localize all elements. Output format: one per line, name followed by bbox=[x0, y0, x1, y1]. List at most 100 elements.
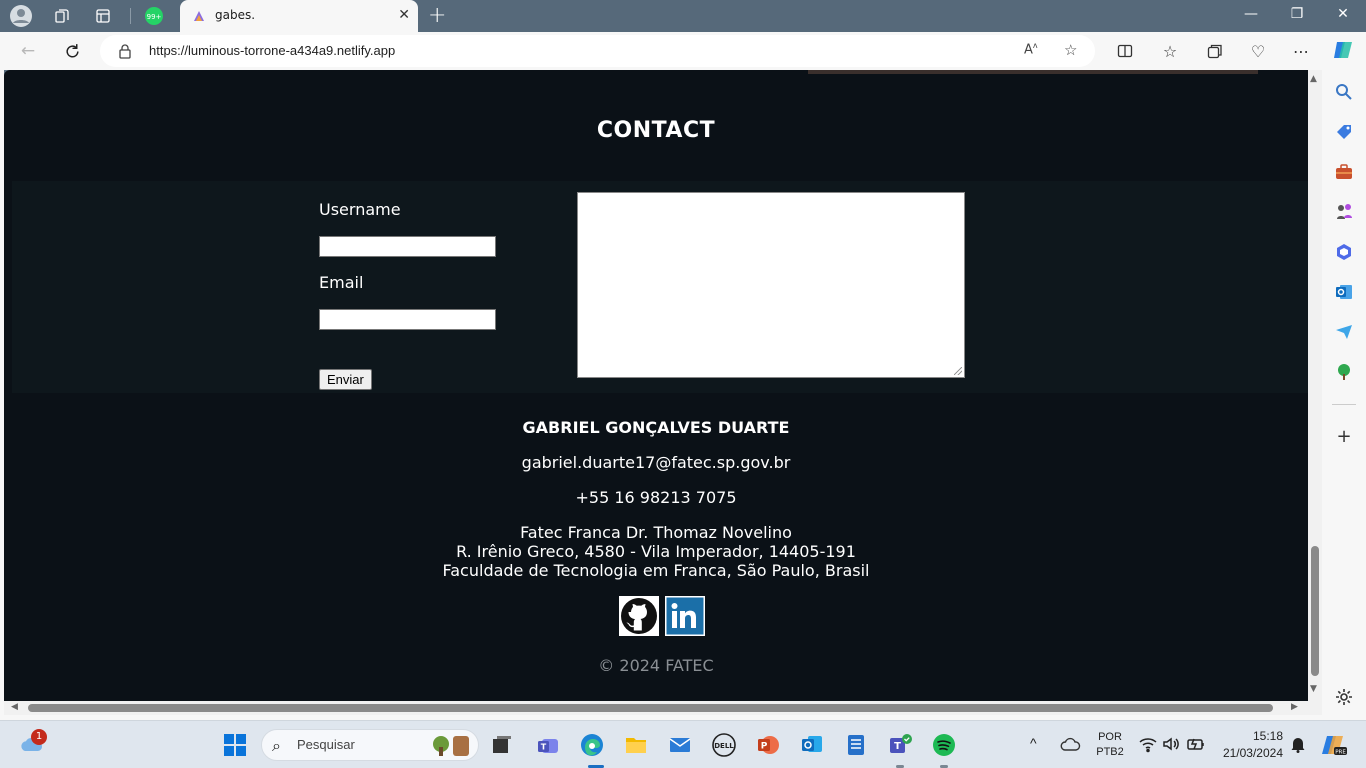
close-tab-icon[interactable]: ✕ bbox=[398, 7, 410, 23]
horizontal-scroll-thumb[interactable] bbox=[28, 704, 1273, 712]
notification-bell-icon[interactable] bbox=[1288, 734, 1308, 754]
scroll-left-arrow-icon[interactable]: ◀ bbox=[11, 702, 18, 712]
svg-text:DELL: DELL bbox=[714, 742, 734, 750]
edge-browser-icon[interactable] bbox=[580, 733, 604, 757]
sidebar-shopping-icon[interactable] bbox=[1334, 122, 1354, 142]
scroll-down-arrow-icon[interactable]: ▼ bbox=[1310, 684, 1317, 694]
browser-essentials-icon[interactable]: ♡ bbox=[1247, 40, 1269, 62]
sidebar-search-icon[interactable] bbox=[1334, 82, 1354, 102]
message-textarea[interactable] bbox=[577, 192, 965, 378]
teams-icon[interactable]: T bbox=[536, 733, 560, 757]
sidebar-microsoft365-icon[interactable] bbox=[1334, 242, 1354, 262]
scrollbar-corner bbox=[1308, 701, 1322, 715]
favorite-star-icon[interactable]: ☆ bbox=[1064, 41, 1077, 59]
hero-image-edge bbox=[808, 70, 1258, 74]
new-tab-button[interactable]: + bbox=[428, 3, 446, 28]
whatsapp-badge: 99+ bbox=[147, 13, 162, 21]
scroll-right-arrow-icon[interactable]: ▶ bbox=[1291, 702, 1298, 712]
vertical-scroll-thumb[interactable] bbox=[1311, 546, 1319, 676]
email-label: Email bbox=[319, 273, 364, 292]
page-viewport: CONTACT Username Email Enviar GABRIEL GO… bbox=[4, 70, 1308, 701]
windows-taskbar: 1 ⌕ Pesquisar T DELL P T ^ POR PTB2 15:1… bbox=[0, 720, 1366, 768]
whatsapp-tab-icon[interactable]: 99+ bbox=[143, 5, 165, 27]
svg-text:T: T bbox=[894, 741, 901, 752]
footer-email: gabriel.duarte17@fatec.sp.gov.br bbox=[521, 453, 791, 472]
scroll-up-arrow-icon[interactable]: ▲ bbox=[1310, 74, 1317, 84]
title-separator bbox=[130, 8, 131, 24]
start-button-icon[interactable] bbox=[223, 733, 247, 757]
tab-gabes[interactable]: gabes. ✕ bbox=[180, 0, 418, 32]
tab-actions-icon[interactable] bbox=[92, 5, 114, 27]
keyboard-layout-indicator[interactable]: PTB2 bbox=[1094, 746, 1126, 758]
dell-icon[interactable]: DELL bbox=[712, 733, 736, 757]
taskbar-search[interactable]: ⌕ Pesquisar bbox=[261, 729, 479, 761]
sidebar-tree-icon[interactable] bbox=[1334, 362, 1354, 382]
copilot-preview-icon[interactable]: PRE bbox=[1321, 732, 1347, 756]
clock-date[interactable]: 21/03/2024 bbox=[1215, 746, 1283, 760]
resize-grip-icon[interactable] bbox=[954, 367, 962, 375]
sidebar-games-icon[interactable] bbox=[1334, 202, 1354, 222]
footer-address-line1: Fatec Franca Dr. Thomaz Novelino bbox=[520, 523, 792, 542]
task-view-icon[interactable] bbox=[490, 733, 514, 757]
site-favicon bbox=[194, 11, 204, 21]
back-arrow-icon[interactable]: ← bbox=[16, 40, 40, 62]
mail-icon[interactable] bbox=[668, 733, 692, 757]
close-window-button[interactable]: ✕ bbox=[1333, 6, 1353, 22]
spotify-icon[interactable] bbox=[932, 733, 956, 757]
favorites-icon[interactable]: ☆ bbox=[1159, 40, 1181, 62]
show-hidden-icons-chevron-icon[interactable]: ^ bbox=[1030, 735, 1037, 751]
footer-name: GABRIEL GONÇALVES DUARTE bbox=[522, 418, 790, 437]
address-bar[interactable]: https://luminous-torrone-a434a9.netlify.… bbox=[100, 35, 1095, 67]
footer-address-line3: Faculdade de Tecnologia em Franca, São P… bbox=[442, 561, 870, 580]
sidebar-outlook-icon[interactable] bbox=[1334, 282, 1354, 302]
footer-address-line2: R. Irênio Greco, 4580 - Vila Imperador, … bbox=[456, 542, 856, 561]
horizontal-scrollbar[interactable]: ◀ ▶ bbox=[4, 701, 1308, 715]
sidebar-settings-icon[interactable] bbox=[1334, 687, 1354, 707]
powerpoint-icon[interactable]: P bbox=[756, 733, 780, 757]
outlook-new-icon[interactable] bbox=[800, 733, 824, 757]
language-indicator[interactable]: POR bbox=[1094, 731, 1126, 743]
sidebar-separator bbox=[1332, 404, 1356, 405]
wifi-icon[interactable] bbox=[1138, 734, 1158, 754]
linkedin-icon[interactable] bbox=[665, 596, 705, 636]
vertical-scrollbar[interactable]: ▲ ▼ bbox=[1308, 70, 1322, 701]
sidebar-drop-icon[interactable] bbox=[1334, 322, 1354, 342]
clock-time[interactable]: 15:18 bbox=[1215, 729, 1283, 743]
email-input[interactable] bbox=[319, 309, 496, 330]
search-placeholder: Pesquisar bbox=[297, 737, 355, 752]
browser-title-bar: 99+ gabes. ✕ + — ❐ ✕ bbox=[0, 0, 1366, 32]
footer-phone: +55 16 98213 7075 bbox=[575, 488, 737, 507]
minimize-button[interactable]: — bbox=[1241, 6, 1261, 22]
onedrive-icon[interactable] bbox=[1060, 734, 1082, 756]
navigation-bar: ← https://luminous-torrone-a434a9.netlif… bbox=[0, 32, 1366, 70]
workspaces-icon[interactable] bbox=[51, 5, 73, 27]
teams-new-icon[interactable]: T bbox=[888, 733, 912, 757]
more-menu-icon[interactable]: ⋯ bbox=[1290, 40, 1312, 62]
refresh-icon[interactable] bbox=[60, 40, 84, 62]
file-explorer-icon[interactable] bbox=[624, 733, 648, 757]
split-screen-icon[interactable] bbox=[1114, 40, 1136, 62]
username-label: Username bbox=[319, 200, 401, 219]
svg-text:T: T bbox=[541, 743, 547, 752]
profile-icon[interactable] bbox=[10, 5, 32, 27]
battery-icon[interactable] bbox=[1186, 734, 1206, 754]
lock-icon[interactable] bbox=[118, 43, 132, 59]
sidebar-tools-icon[interactable] bbox=[1334, 162, 1354, 182]
sidebar-add-icon[interactable]: + bbox=[1334, 426, 1354, 447]
copilot-icon[interactable] bbox=[1332, 39, 1354, 61]
search-icon: ⌕ bbox=[272, 736, 281, 755]
weather-notification-badge: 1 bbox=[31, 729, 47, 745]
username-input[interactable] bbox=[319, 236, 496, 257]
url-text[interactable]: https://luminous-torrone-a434a9.netlify.… bbox=[149, 43, 395, 58]
volume-icon[interactable] bbox=[1161, 734, 1181, 754]
svg-text:P: P bbox=[761, 742, 768, 752]
footer-copyright: © 2024 FATEC bbox=[598, 656, 714, 675]
collections-icon[interactable] bbox=[1204, 40, 1226, 62]
svg-text:PRE: PRE bbox=[1335, 750, 1346, 756]
read-aloud-icon[interactable]: Aʌ bbox=[1024, 41, 1038, 57]
notepad-icon[interactable] bbox=[844, 733, 868, 757]
github-icon[interactable] bbox=[619, 596, 659, 636]
restore-button[interactable]: ❐ bbox=[1287, 6, 1307, 22]
submit-button[interactable]: Enviar bbox=[319, 369, 372, 390]
contact-heading: CONTACT bbox=[596, 118, 716, 143]
